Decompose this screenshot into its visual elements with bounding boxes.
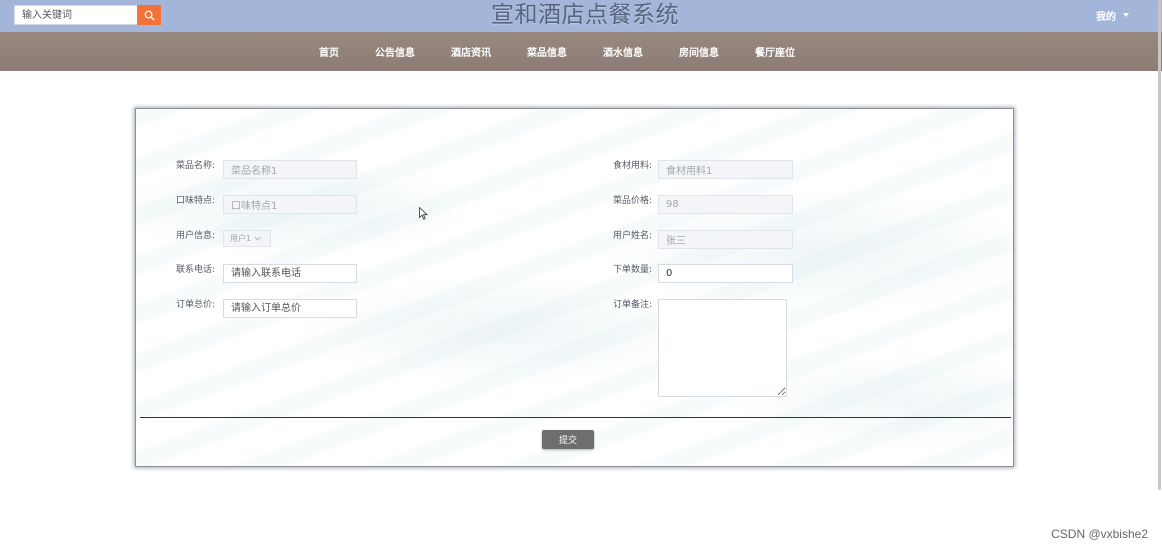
search-button[interactable] (137, 5, 161, 25)
search-box (14, 5, 161, 25)
order-form-card: 菜品名称: 口味特点: 用户信息: 用户1 联系电话: 订单总价: 食材用料: … (135, 108, 1014, 467)
mouse-cursor-icon (419, 207, 428, 220)
taste-input[interactable] (223, 195, 357, 214)
nav-bar: 首页 公告信息 酒店资讯 菜品信息 酒水信息 房间信息 餐厅座位 (0, 32, 1162, 71)
chevron-down-icon (254, 236, 261, 241)
submit-button[interactable]: 提交 (542, 430, 594, 449)
top-bar: 宣和酒店点餐系统 我的 (0, 0, 1162, 32)
search-input[interactable] (14, 5, 137, 25)
user-info-selected-value: 用户1 (230, 234, 252, 243)
search-icon (144, 10, 155, 21)
taste-label: 口味特点: (176, 196, 216, 206)
user-menu-label: 我的 (1096, 11, 1116, 23)
phone-input[interactable] (223, 264, 357, 283)
remark-label: 订单备注: (613, 300, 653, 310)
dish-price-label: 菜品价格: (613, 196, 653, 206)
nav-item-home[interactable]: 首页 (319, 44, 339, 59)
user-info-select[interactable]: 用户1 (223, 230, 271, 247)
nav-item-hotel-news[interactable]: 酒店资讯 (451, 44, 491, 59)
quantity-input[interactable] (658, 264, 793, 283)
caret-down-icon (1123, 13, 1129, 17)
watermark: CSDN @vxbishe2 (1051, 527, 1148, 541)
user-name-input[interactable] (658, 230, 793, 249)
nav-item-dishes[interactable]: 菜品信息 (527, 44, 567, 59)
page-scrollbar[interactable] (1158, 0, 1161, 490)
nav-item-drinks[interactable]: 酒水信息 (603, 44, 643, 59)
user-menu[interactable]: 我的 (1096, 8, 1129, 23)
page-title: 宣和酒店点餐系统 (491, 2, 679, 28)
dish-name-input[interactable] (223, 160, 357, 179)
user-name-label: 用户姓名: (613, 231, 653, 241)
nav-item-rooms[interactable]: 房间信息 (679, 44, 719, 59)
user-info-label: 用户信息: (176, 231, 216, 241)
nav-item-seats[interactable]: 餐厅座位 (755, 44, 795, 59)
remark-textarea[interactable] (658, 299, 787, 397)
dish-price-input[interactable] (658, 195, 793, 214)
form-divider (140, 417, 1011, 418)
quantity-label: 下单数量: (613, 265, 653, 275)
ingredients-label: 食材用料: (613, 161, 653, 171)
total-price-input[interactable] (223, 299, 357, 318)
phone-label: 联系电话: (176, 265, 216, 275)
dish-name-label: 菜品名称: (176, 161, 216, 171)
page: 宣和酒店点餐系统 我的 首页 公告信息 酒店资讯 菜品信息 酒水信息 房间信息 … (0, 0, 1162, 549)
ingredients-input[interactable] (658, 160, 793, 179)
total-price-label: 订单总价: (176, 300, 216, 310)
nav-item-announcements[interactable]: 公告信息 (375, 44, 415, 59)
